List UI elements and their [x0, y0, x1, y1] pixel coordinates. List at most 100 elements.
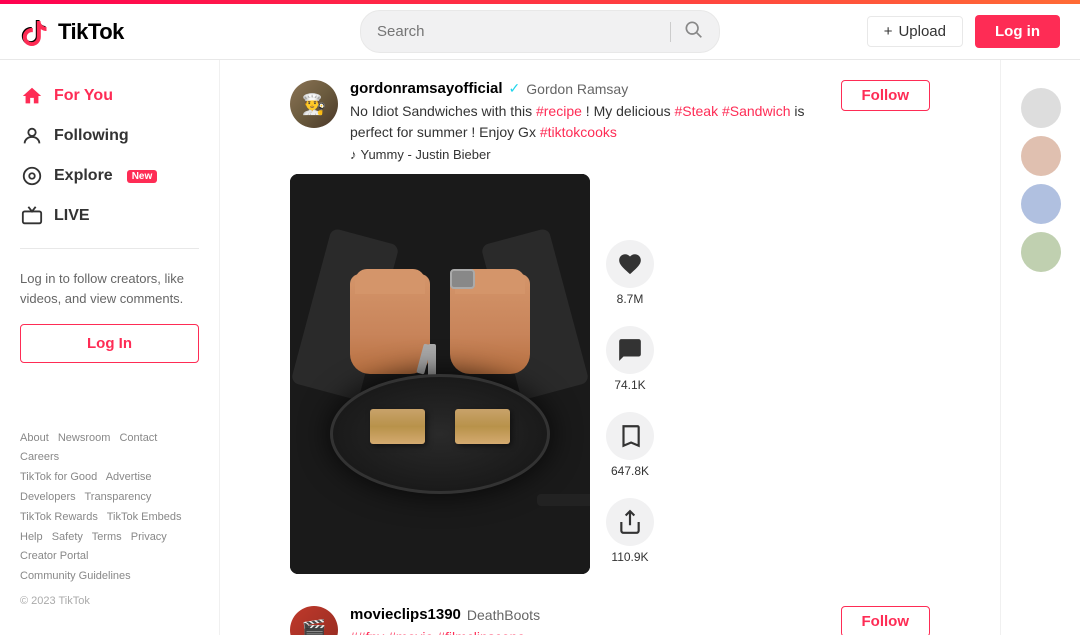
share-button-gordon[interactable]: 110.9K — [606, 498, 654, 564]
footer-link-help[interactable]: Help — [20, 531, 43, 543]
sidebar-divider — [20, 248, 199, 249]
footer-copyright: © 2023 TikTok — [20, 595, 199, 607]
sound-row-gordon[interactable]: ♪ Yummy - Justin Bieber — [350, 147, 841, 162]
display-name-gordon: Gordon Ramsay — [526, 81, 628, 97]
sidebar: For You Following Explore New LIVE Log — [0, 60, 220, 635]
footer-link-careers[interactable]: Careers — [20, 451, 59, 463]
footer-link-safety[interactable]: Safety — [52, 531, 83, 543]
video-card-gordon: 👨‍🍳 gordonramsayofficial ✓ Gordon Ramsay… — [270, 80, 950, 574]
hashtag-filmclipscene[interactable]: #filmclipscene — [437, 629, 525, 635]
sandwich-left — [370, 409, 425, 444]
plus-icon: + — [884, 23, 893, 40]
search-icon[interactable] — [683, 19, 703, 44]
footer-link-advertise[interactable]: Advertise — [106, 471, 152, 483]
sidebar-item-explore[interactable]: Explore New — [0, 156, 219, 196]
video-card-movieclips: 🎬 movieclips1390 DeathBoots ##fpy #movie… — [270, 606, 950, 635]
video-header-gordon: 👨‍🍳 gordonramsayofficial ✓ Gordon Ramsay… — [290, 80, 930, 162]
footer-link-newsroom[interactable]: Newsroom — [58, 432, 111, 444]
sidebar-item-following[interactable]: Following — [0, 116, 219, 156]
home-icon — [20, 84, 44, 108]
right-avatar-2 — [1021, 136, 1061, 176]
comment-count-gordon: 74.1K — [614, 378, 645, 392]
main-content: 👨‍🍳 gordonramsayofficial ✓ Gordon Ramsay… — [220, 60, 1000, 635]
main-layout: For You Following Explore New LIVE Log — [0, 60, 1080, 635]
hand-right — [450, 274, 530, 374]
video-header-movieclips: 🎬 movieclips1390 DeathBoots ##fpy #movie… — [290, 606, 930, 635]
cooking-scene — [290, 174, 590, 574]
avatar-gordon[interactable]: 👨‍🍳 — [290, 80, 338, 128]
comment-button-gordon[interactable]: 74.1K — [606, 326, 654, 392]
footer-link-transparency[interactable]: Transparency — [85, 491, 152, 503]
like-count-gordon: 8.7M — [617, 292, 644, 306]
bookmark-button-gordon[interactable]: 647.8K — [606, 412, 654, 478]
video-desc-movieclips: ##fpy #movie #filmclipscene — [350, 627, 841, 635]
footer-link-about[interactable]: About — [20, 432, 49, 444]
video-thumbnail-gordon[interactable] — [290, 174, 590, 574]
bookmark-icon — [606, 412, 654, 460]
footer-link-developers[interactable]: Developers — [20, 491, 76, 503]
search-box — [360, 10, 720, 53]
share-count-gordon: 110.9K — [611, 550, 648, 564]
sound-text-gordon: Yummy - Justin Bieber — [361, 147, 491, 162]
logo-text: TikTok — [58, 19, 124, 45]
explore-new-badge: New — [127, 170, 158, 183]
footer-link-tiktokforgood[interactable]: TikTok for Good — [20, 471, 97, 483]
right-avatar-1 — [1021, 88, 1061, 128]
logo[interactable]: TikTok — [20, 16, 124, 48]
hashtag-steak[interactable]: #Steak — [675, 103, 719, 119]
music-note-gordon: ♪ — [350, 147, 357, 162]
hand-left — [350, 274, 430, 374]
footer-link-contact[interactable]: Contact — [119, 432, 157, 444]
video-info-gordon: gordonramsayofficial ✓ Gordon Ramsay No … — [350, 80, 841, 162]
hashtag-tiktokcooks[interactable]: #tiktokcooks — [540, 124, 617, 140]
search-container — [360, 10, 720, 53]
username-row-movieclips: movieclips1390 DeathBoots — [350, 606, 841, 623]
header-right: + Upload Log in — [867, 15, 1060, 48]
sidebar-label-following: Following — [54, 127, 129, 145]
bookmark-count-gordon: 647.8K — [611, 464, 649, 478]
follow-button-gordon[interactable]: Follow — [841, 80, 931, 111]
video-feed: 👨‍🍳 gordonramsayofficial ✓ Gordon Ramsay… — [270, 60, 950, 635]
hashtag-sandwich[interactable]: #Sandwich — [722, 103, 791, 119]
sidebar-login-text: Log in to follow creators, like videos, … — [0, 261, 219, 324]
avatar-movieclips[interactable]: 🎬 — [290, 606, 338, 635]
sandwich-right — [455, 409, 510, 444]
footer-link-rewards[interactable]: TikTok Rewards — [20, 511, 98, 523]
username-movieclips[interactable]: movieclips1390 — [350, 606, 461, 623]
sidebar-label-for-you: For You — [54, 87, 113, 105]
username-row-gordon: gordonramsayofficial ✓ Gordon Ramsay — [350, 80, 841, 97]
login-button[interactable]: Log in — [975, 15, 1060, 48]
like-button-gordon[interactable]: 8.7M — [606, 240, 654, 306]
compass-icon — [20, 164, 44, 188]
tiktok-logo-icon — [20, 16, 52, 48]
right-avatar-3 — [1021, 184, 1061, 224]
footer-link-terms[interactable]: Terms — [92, 531, 122, 543]
search-input[interactable] — [377, 23, 658, 40]
live-icon — [20, 204, 44, 228]
right-panel-placeholder — [1017, 80, 1064, 288]
hashtag-fpy[interactable]: ##fpy — [350, 629, 384, 635]
upload-button[interactable]: + Upload — [867, 16, 963, 47]
comment-icon — [606, 326, 654, 374]
action-buttons-gordon: 8.7M 74.1K — [606, 240, 654, 574]
right-panel — [1000, 60, 1080, 635]
sidebar-item-for-you[interactable]: For You — [0, 76, 219, 116]
footer-links: About Newsroom Contact Careers TikTok fo… — [20, 429, 199, 587]
video-player-row-gordon: 8.7M 74.1K — [290, 174, 930, 574]
footer-link-community[interactable]: Community Guidelines — [20, 570, 131, 582]
sidebar-item-live[interactable]: LIVE — [0, 196, 219, 236]
hashtag-recipe[interactable]: #recipe — [536, 103, 582, 119]
footer-link-embeds[interactable]: TikTok Embeds — [107, 511, 182, 523]
frying-pan — [330, 374, 550, 494]
upload-label: Upload — [898, 23, 946, 40]
verified-icon-gordon: ✓ — [509, 80, 521, 97]
footer-link-privacy[interactable]: Privacy — [131, 531, 167, 543]
video-info-movieclips: movieclips1390 DeathBoots ##fpy #movie #… — [350, 606, 841, 635]
like-icon — [606, 240, 654, 288]
username-gordon[interactable]: gordonramsayofficial — [350, 80, 503, 97]
hashtag-movie[interactable]: #movie — [388, 629, 433, 635]
person-icon — [20, 124, 44, 148]
footer-link-creator-portal[interactable]: Creator Portal — [20, 550, 88, 562]
follow-button-movieclips[interactable]: Follow — [841, 606, 931, 635]
sidebar-login-button[interactable]: Log In — [20, 324, 199, 363]
